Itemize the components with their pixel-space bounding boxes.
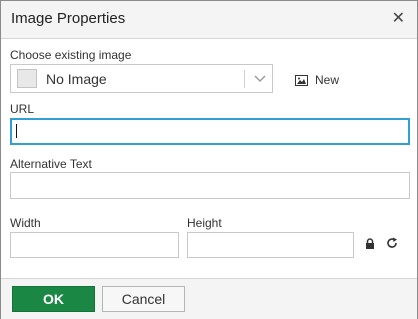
image-thumbnail xyxy=(17,69,37,88)
new-button-label: New xyxy=(315,73,340,87)
chevron-down-icon xyxy=(254,75,266,82)
close-icon[interactable]: ✕ xyxy=(392,8,405,28)
image-icon xyxy=(295,74,308,86)
alt-text-input[interactable] xyxy=(10,172,410,199)
choose-image-label: Choose existing image xyxy=(10,48,132,62)
existing-image-select[interactable]: No Image xyxy=(10,64,273,93)
image-properties-dialog: Image Properties ✕ Choose existing image… xyxy=(0,0,418,319)
width-label: Width xyxy=(10,216,41,230)
url-input[interactable] xyxy=(10,118,410,145)
dialog-header: Image Properties ✕ xyxy=(1,1,417,39)
height-label: Height xyxy=(187,216,222,230)
selected-image-value: No Image xyxy=(46,71,107,87)
dialog-title: Image Properties xyxy=(11,10,126,27)
cancel-button[interactable]: Cancel xyxy=(102,286,185,312)
alt-text-label: Alternative Text xyxy=(10,157,92,171)
url-label: URL xyxy=(10,102,35,116)
reset-size-icon[interactable] xyxy=(386,237,398,249)
text-caret xyxy=(16,124,17,138)
new-image-button[interactable]: New xyxy=(295,71,339,89)
width-input[interactable] xyxy=(10,232,179,258)
ok-button[interactable]: OK xyxy=(12,286,95,312)
lock-icon[interactable] xyxy=(365,238,375,250)
height-input[interactable] xyxy=(187,232,354,258)
select-separator xyxy=(244,70,245,88)
